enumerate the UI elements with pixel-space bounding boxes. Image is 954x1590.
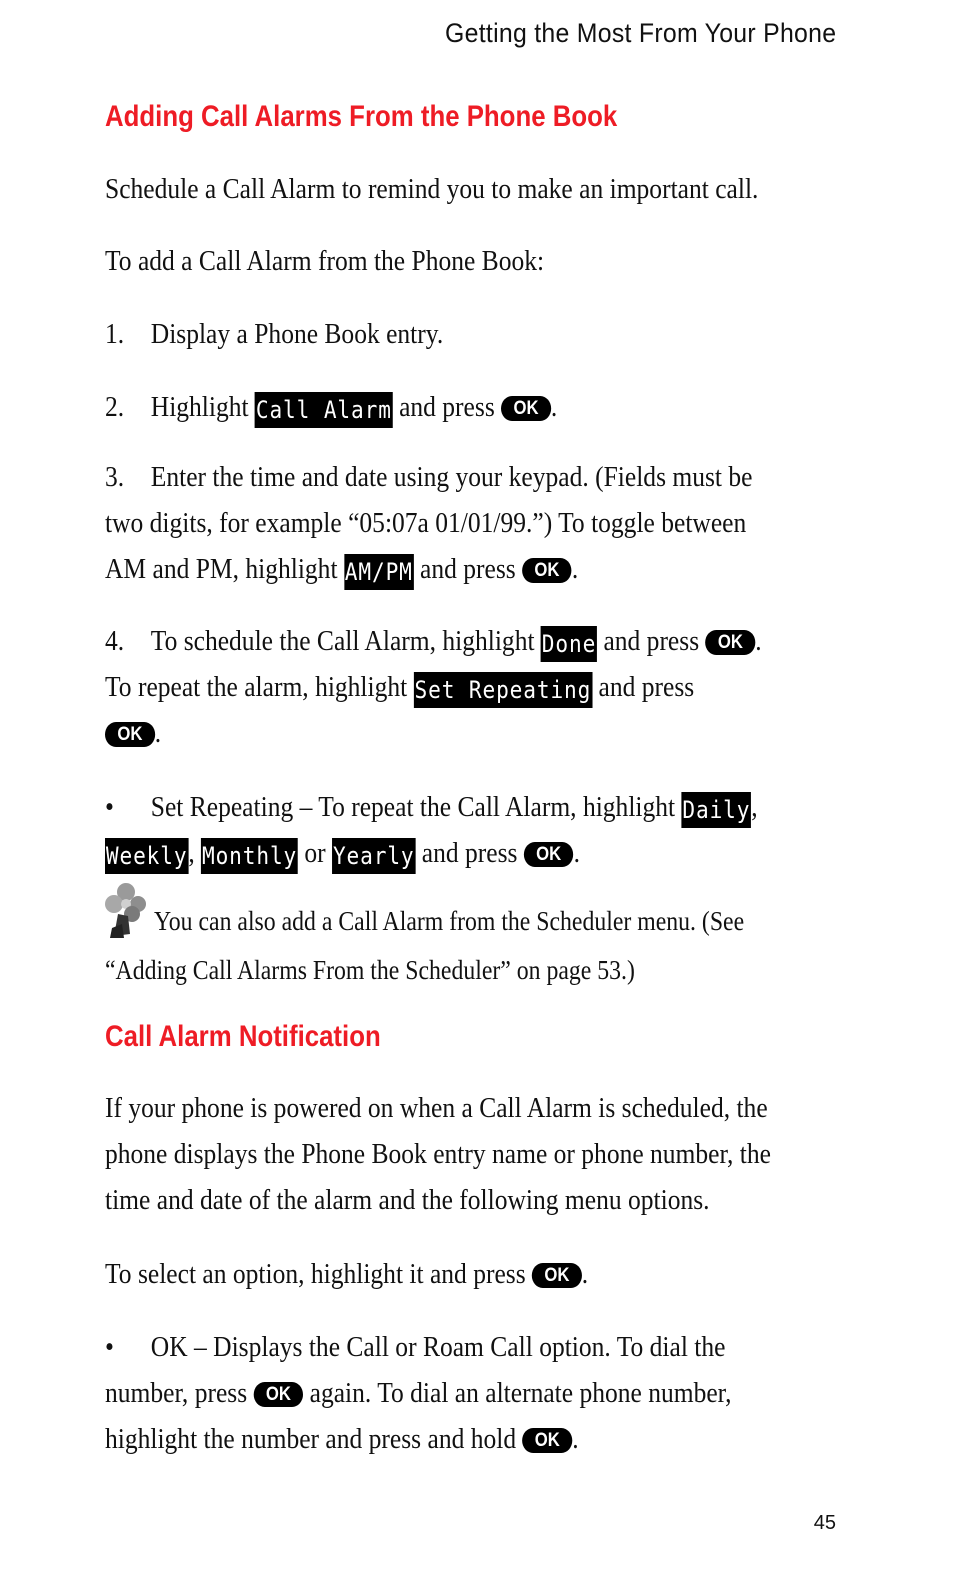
lcd-yearly: Yearly [332,838,416,874]
step-4: 4. To schedule the Call Alarm, highlight … [105,625,762,749]
lcd-monthly: Monthly [201,838,299,874]
step-1: 1. Display a Phone Book entry. [105,318,444,350]
page-number: 45 [813,1512,836,1534]
ok-key-icon: OK [253,1382,304,1407]
step-3: 3. Enter the time and date using your key… [105,454,845,592]
note-text: You can also add a Call Alarm from the S… [154,906,745,936]
ok-key-icon: OK [532,1263,582,1288]
section-heading-adding-call-alarms: Adding Call Alarms From the Phone Book [105,100,618,133]
ok-key-icon: OK [105,722,155,747]
note-text-continued: “Adding Call Alarms From the Scheduler” … [105,955,635,985]
ok-key-icon: OK [501,396,551,421]
ok-key-icon: OK [705,630,756,655]
ok-option-bullet: • OK – Displays the Call or Roam Call opt… [105,1324,845,1462]
section-heading-call-alarm-notification: Call Alarm Notification [105,1020,381,1053]
ok-key-icon: OK [522,558,572,583]
set-repeating-bullet: • Set Repeating – To repeat the Call Alar… [105,784,845,876]
intro-paragraph: Schedule a Call Alarm to remind you to m… [105,173,759,205]
lcd-call-alarm: Call Alarm [254,392,393,428]
ok-key-icon: OK [522,1428,573,1453]
note-flower-icon [105,883,146,938]
bullet-icon: • [105,1331,114,1363]
ok-key-icon: OK [523,842,574,867]
lcd-set-repeating: Set Repeating [413,672,593,708]
lcd-weekly: Weekly [105,838,189,874]
notification-paragraph: If your phone is powered on when a Call … [105,1092,771,1216]
bullet-icon: • [105,791,114,823]
lcd-am-pm: AM/PM [343,554,414,590]
lcd-done: Done [540,626,598,662]
running-header: Getting the Most From Your Phone [444,18,836,48]
step-2: 2. Highlight Call Alarm and press OK. [105,384,845,430]
lcd-daily: Daily [681,792,752,828]
select-option-paragraph: To select an option, highlight it and pr… [105,1258,589,1290]
manual-page: Getting the Most From Your Phone Adding … [0,0,954,1590]
lead-paragraph: To add a Call Alarm from the Phone Book: [105,245,545,277]
